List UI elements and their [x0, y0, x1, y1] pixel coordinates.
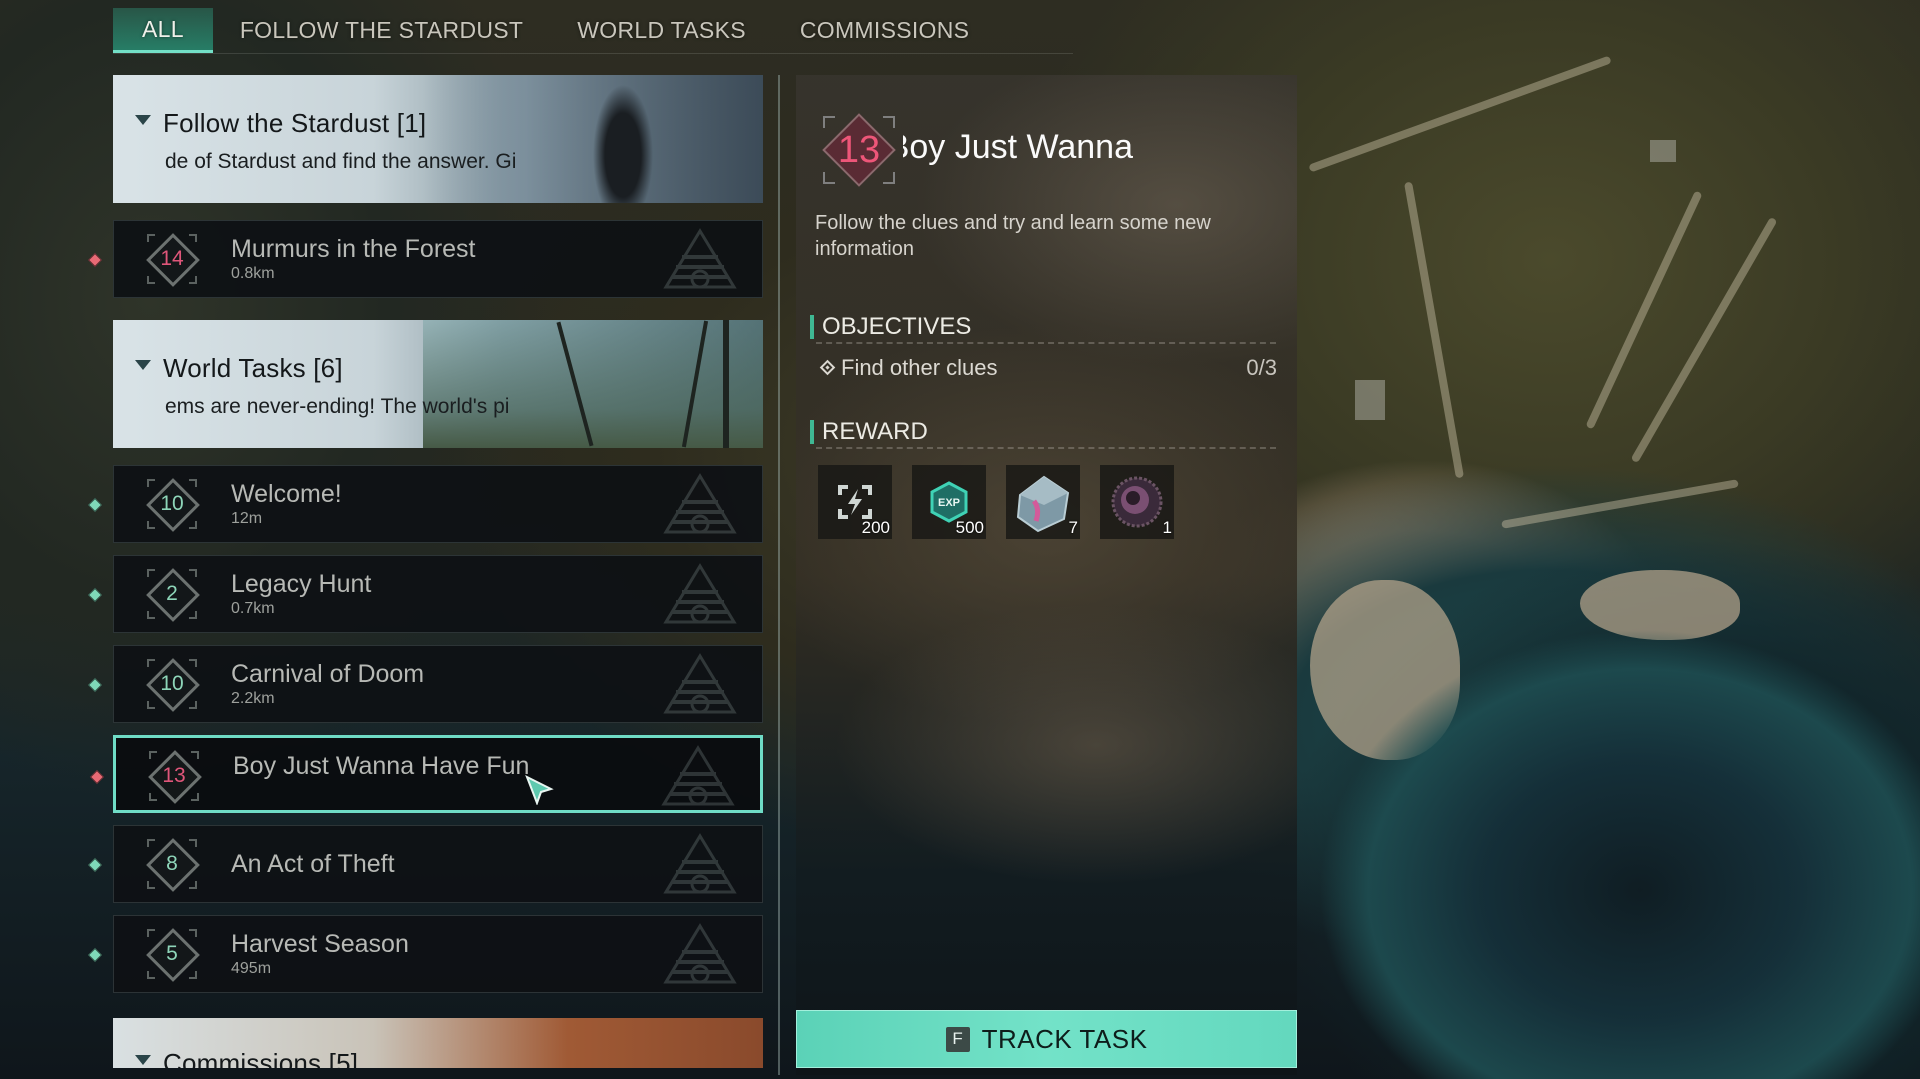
task-level: 10	[160, 672, 184, 695]
task-emblem-icon	[663, 563, 737, 624]
category-description: ems are never-ending! The world's pi	[165, 395, 510, 418]
reward-count: 200	[861, 518, 890, 537]
tab-all[interactable]: ALL	[113, 8, 213, 53]
task-name: Carnival of Doom	[231, 660, 425, 688]
task-row[interactable]: 5 Harvest Season 495m	[87, 915, 763, 993]
task-level: 13	[162, 764, 186, 787]
task-distance: 0.8km	[231, 265, 275, 282]
category-title: World Tasks [6]	[163, 353, 343, 383]
map-building	[1650, 140, 1676, 162]
reward-count: 7	[1068, 518, 1078, 537]
objective-item: Find other clues 0/3	[819, 355, 1282, 381]
task-level-badge: 13	[814, 105, 904, 195]
task-emblem-icon	[663, 833, 737, 894]
objective-text: Find other clues	[841, 355, 998, 380]
track-task-button[interactable]: F TRACK TASK	[796, 1010, 1297, 1068]
task-name: Welcome!	[231, 480, 342, 508]
category-world-tasks[interactable]: World Tasks [6] ems are never-ending! Th…	[113, 320, 763, 448]
tree-silhouette	[556, 321, 594, 447]
category-title: Follow the Stardust [1]	[163, 108, 427, 138]
reward-item[interactable]: 7	[1006, 465, 1080, 539]
task-level-badge: 13	[146, 748, 202, 804]
category-commissions[interactable]: Commissions [5]	[113, 1018, 763, 1068]
category-art	[423, 75, 763, 203]
section-divider	[816, 342, 1276, 344]
map-sea	[1300, 560, 1920, 1079]
panel-divider	[778, 75, 780, 1075]
category-description: de of Stardust and find the answer. Gi	[165, 150, 517, 173]
tab-world-tasks[interactable]: WORLD TASKS	[560, 8, 763, 53]
task-name: Boy Just Wanna Have Fun	[233, 752, 530, 780]
task-name: An Act of Theft	[231, 850, 395, 878]
task-level: 8	[166, 852, 178, 875]
task-name: Harvest Season	[231, 930, 409, 958]
reward-count: 1	[1162, 518, 1172, 537]
task-emblem-icon	[661, 745, 735, 806]
task-detail-panel: 13 Boy Just Wanna Follow the clues and t…	[796, 75, 1297, 1075]
reward-list: 200 EXP 500 7 1	[818, 465, 1194, 539]
map-road	[1585, 190, 1703, 430]
task-level-badge: 10	[144, 656, 200, 712]
reward-item[interactable]: EXP 500	[912, 465, 986, 539]
task-row[interactable]: 8 An Act of Theft	[87, 825, 763, 903]
category-title: Commissions [5]	[163, 1048, 359, 1068]
svg-text:EXP: EXP	[938, 497, 960, 509]
task-title: Boy Just Wanna	[903, 128, 1133, 166]
task-level-badge: 2	[144, 566, 200, 622]
map-road	[1501, 479, 1739, 529]
reward-item[interactable]: 1	[1100, 465, 1174, 539]
track-task-label: TRACK TASK	[981, 1023, 1148, 1054]
chevron-down-icon[interactable]	[135, 115, 151, 125]
task-level-badge: 10	[144, 476, 200, 532]
tab-follow-the-stardust[interactable]: FOLLOW THE STARDUST	[223, 8, 540, 53]
task-row[interactable]: 2 Legacy Hunt 0.7km	[87, 555, 763, 633]
task-emblem-icon	[663, 653, 737, 714]
task-level: 2	[166, 582, 178, 605]
section-divider	[816, 447, 1276, 449]
task-row[interactable]: 10 Carnival of Doom 2.2km	[87, 645, 763, 723]
task-emblem-icon	[663, 923, 737, 984]
task-row[interactable]: 14 Murmurs in the Forest 0.8km	[87, 220, 763, 298]
task-row[interactable]: 10 Welcome! 12m	[87, 465, 763, 543]
map-road	[1308, 55, 1612, 173]
task-level: 5	[166, 942, 178, 965]
mouse-cursor-icon	[525, 775, 554, 805]
task-distance: 0.7km	[231, 600, 275, 617]
task-emblem-icon	[663, 473, 737, 534]
reward-heading: REWARD	[810, 420, 928, 444]
tree-silhouette	[681, 320, 709, 448]
tree-silhouette	[723, 320, 729, 448]
tab-commissions[interactable]: COMMISSIONS	[783, 8, 986, 53]
reward-count: 500	[955, 518, 984, 537]
map-building	[1355, 380, 1385, 420]
map-road	[1404, 181, 1464, 479]
task-description: Follow the clues and try and learn some …	[815, 212, 1211, 260]
task-level-badge: 8	[144, 836, 200, 892]
task-name: Murmurs in the Forest	[231, 235, 476, 263]
task-level: 10	[160, 492, 184, 515]
task-level-badge: 14	[144, 231, 200, 287]
task-name: Legacy Hunt	[231, 570, 372, 598]
task-list: Follow the Stardust [1] de of Stardust a…	[87, 75, 763, 1068]
category-art	[423, 320, 763, 448]
category-follow-the-stardust[interactable]: Follow the Stardust [1] de of Stardust a…	[113, 75, 763, 203]
task-level: 13	[837, 128, 881, 171]
task-distance: 495m	[231, 960, 272, 977]
task-distance: 2.2km	[231, 690, 275, 707]
chevron-down-icon[interactable]	[135, 360, 151, 370]
keybind-f-icon: F	[945, 1026, 970, 1052]
reward-item[interactable]: 200	[818, 465, 892, 539]
objective-progress: 0/3	[1246, 355, 1277, 380]
task-tabs: ALL FOLLOW THE STARDUST WORLD TASKS COMM…	[113, 8, 1006, 53]
task-row-selected[interactable]: 13 Boy Just Wanna Have Fun	[89, 735, 763, 813]
map-road	[1630, 216, 1778, 464]
task-emblem-icon	[663, 228, 737, 289]
task-distance: 12m	[231, 510, 263, 527]
task-level: 14	[160, 247, 184, 270]
objective-diamond-icon	[819, 359, 836, 376]
objectives-heading: OBJECTIVES	[810, 315, 971, 339]
task-level-badge: 5	[144, 926, 200, 982]
chevron-down-icon[interactable]	[135, 1055, 151, 1065]
tabs-divider	[113, 53, 1073, 54]
